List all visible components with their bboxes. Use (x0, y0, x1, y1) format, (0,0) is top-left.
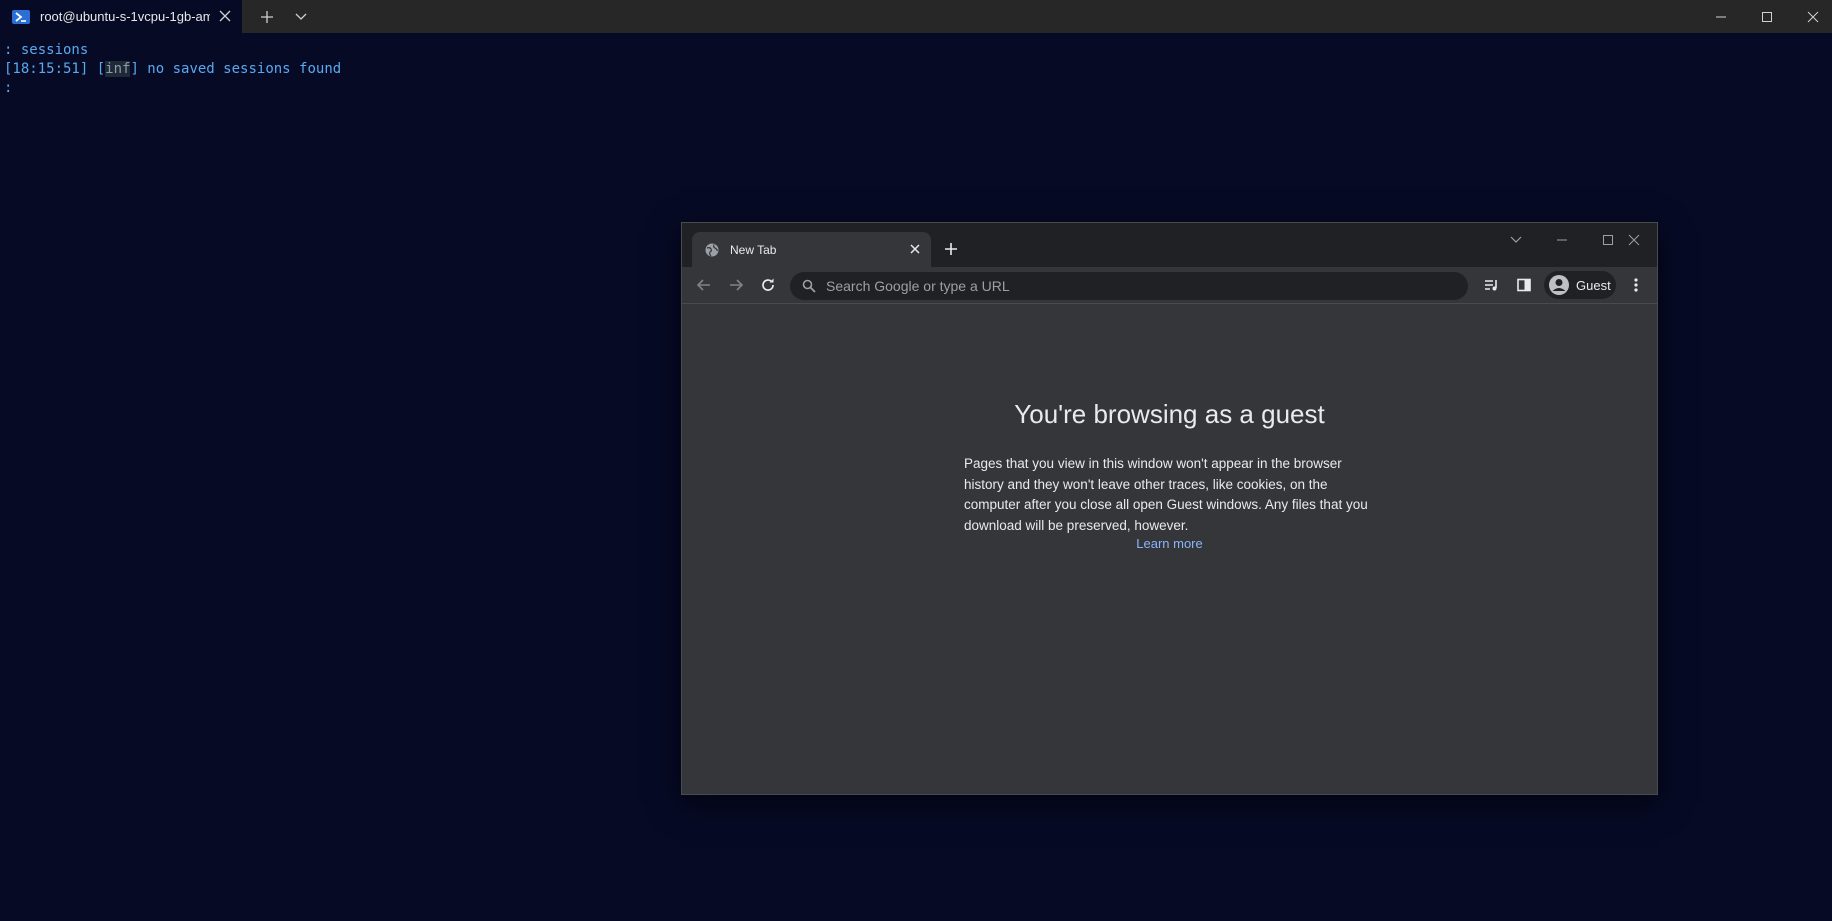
terminal-tab[interactable]: root@ubuntu-s-1vcpu-1gb-ams (0, 0, 242, 33)
plus-icon (261, 10, 273, 23)
browser-tab-label: New Tab (730, 242, 777, 257)
globe-icon (705, 243, 719, 256)
arrow-left-icon (696, 279, 710, 291)
close-button[interactable] (1614, 227, 1654, 253)
new-tab-button[interactable] (940, 238, 962, 260)
avatar-icon (1549, 275, 1569, 295)
close-icon (1628, 234, 1640, 246)
close-icon[interactable] (218, 9, 232, 23)
terminal-line: [18:15:51] [inf] no saved sessions found (4, 60, 341, 79)
maximize-icon (1603, 235, 1613, 245)
new-tab-button[interactable] (254, 0, 280, 33)
tab-dropdown-button[interactable] (288, 0, 314, 33)
terminal-tab-title: root@ubuntu-s-1vcpu-1gb-ams (40, 9, 210, 24)
tab-search-button[interactable] (1496, 227, 1536, 253)
minimize-button[interactable] (1542, 227, 1582, 253)
browser-tab[interactable]: New Tab (692, 232, 931, 267)
address-bar[interactable] (790, 272, 1468, 300)
log-timestamp: [18:15:51] [ (4, 61, 106, 77)
chevron-down-icon (295, 13, 307, 20)
minimize-icon (1716, 16, 1726, 17)
omnibox-input[interactable] (824, 277, 1448, 295)
more-vert-icon (1634, 278, 1638, 292)
back-button[interactable] (694, 275, 714, 295)
close-button[interactable] (1790, 0, 1832, 33)
maximize-button[interactable] (1744, 0, 1790, 33)
profile-button[interactable]: Guest (1544, 271, 1616, 299)
plus-icon (945, 243, 957, 255)
guest-description: Pages that you view in this window won't… (964, 456, 1368, 533)
log-message: ] no saved sessions found (130, 61, 342, 77)
powershell-icon (12, 9, 30, 24)
terminal-line: : sessions (4, 42, 89, 58)
profile-label: Guest (1576, 277, 1611, 293)
side-panel-icon (1517, 278, 1531, 292)
learn-more-link[interactable]: Learn more (682, 536, 1657, 551)
guest-page: You're browsing as a guest Pages that yo… (682, 304, 1657, 794)
browser-toolbar: Guest (682, 267, 1657, 304)
close-icon[interactable] (909, 243, 921, 255)
menu-button[interactable] (1626, 275, 1646, 295)
reload-button[interactable] (758, 275, 778, 295)
close-icon (1807, 11, 1819, 22)
forward-button[interactable] (726, 275, 746, 295)
page-title: You're browsing as a guest (1014, 399, 1325, 429)
log-level: inf (105, 61, 131, 77)
minimize-icon (1557, 239, 1567, 241)
side-panel-button[interactable] (1514, 275, 1534, 295)
arrow-right-icon (730, 279, 744, 291)
minimize-button[interactable] (1698, 0, 1744, 33)
playlist-icon (1485, 280, 1497, 291)
terminal-prompt: : (4, 80, 13, 96)
terminal-output[interactable]: : sessions [18:15:51] [inf] no saved sess… (4, 41, 341, 98)
browser-window: New Tab Search Google or type a URL Gues… (681, 222, 1658, 795)
reload-icon (762, 278, 774, 291)
search-icon (802, 279, 816, 293)
reading-list-button[interactable] (1482, 275, 1502, 295)
chevron-down-icon (1510, 236, 1522, 243)
terminal-titlebar: root@ubuntu-s-1vcpu-1gb-ams (0, 0, 1832, 33)
maximize-icon (1762, 11, 1772, 22)
